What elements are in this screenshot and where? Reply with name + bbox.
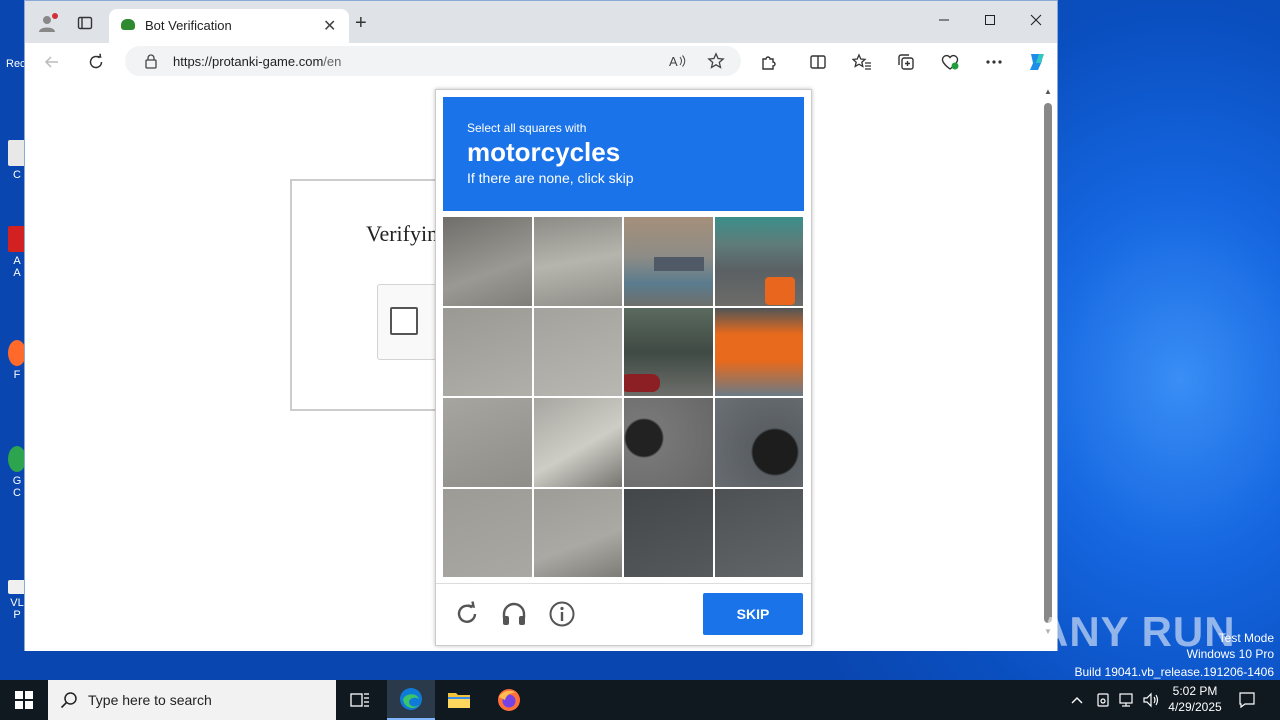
search-icon (60, 692, 77, 709)
site-favicon-icon (121, 19, 135, 30)
url-path: /en (323, 54, 342, 69)
copilot-icon[interactable] (1023, 49, 1049, 75)
desktop-label-recycle: Rec (6, 58, 26, 70)
image-tile[interactable] (443, 307, 532, 396)
verification-title: Verifyin (366, 221, 439, 246)
tab-bot-verification[interactable]: Bot Verification ✕ (109, 9, 349, 43)
favorites-icon[interactable] (849, 49, 875, 75)
extensions-icon[interactable] (756, 49, 782, 75)
navigation-toolbar: https://protanki-game.com/en A (25, 43, 1057, 79)
desktop-icon-label: A (13, 255, 21, 267)
back-arrow-icon[interactable] (39, 49, 65, 75)
desktop-icon-label: C (13, 487, 21, 499)
reload-challenge-icon[interactable] (453, 600, 481, 628)
challenge-header: Select all squares with motorcycles If t… (443, 97, 804, 211)
captcha-checkbox[interactable] (390, 307, 418, 335)
challenge-footer: SKIP (436, 583, 811, 647)
image-detail (654, 257, 704, 271)
file-explorer-icon[interactable] (435, 680, 483, 720)
browser-essentials-icon[interactable] (937, 49, 963, 75)
image-tile[interactable] (533, 307, 622, 396)
image-tile[interactable] (533, 217, 622, 306)
network-icon[interactable] (1118, 680, 1136, 720)
title-bar: Bot Verification ✕ + (25, 1, 1057, 43)
start-button[interactable] (0, 680, 48, 720)
url-text: https://protanki-game.com/en (173, 54, 341, 69)
image-tile[interactable] (714, 217, 803, 306)
close-tab-icon[interactable]: ✕ (323, 16, 336, 36)
image-tile[interactable] (714, 488, 803, 577)
firefox-icon[interactable] (485, 680, 533, 720)
image-tile[interactable] (624, 307, 713, 396)
watermark-os: Windows 10 Pro (1186, 647, 1274, 661)
image-tile[interactable] (533, 398, 622, 487)
challenge-skip-instruction: If there are none, click skip (467, 170, 634, 186)
windows-logo-icon (15, 691, 33, 709)
challenge-target-object: motorcycles (467, 137, 621, 167)
challenge-image-grid (443, 217, 803, 577)
volume-icon[interactable] (1142, 680, 1160, 720)
svg-text:A: A (669, 54, 678, 69)
refresh-icon[interactable] (83, 49, 109, 75)
read-aloud-icon[interactable]: A (665, 48, 691, 74)
clock-date: 4/29/2025 (1168, 700, 1222, 714)
desktop-icon-label: C (13, 169, 21, 181)
image-tile[interactable] (624, 217, 713, 306)
scroll-up-arrow-icon[interactable]: ▲ (1044, 87, 1052, 96)
taskbar: Type here to search 5:02 PM 4/29/2025 (0, 680, 1280, 720)
tab-actions-icon[interactable] (73, 11, 97, 35)
image-tile[interactable] (714, 307, 803, 396)
close-window-button[interactable] (1013, 5, 1059, 35)
captcha-challenge: Select all squares with motorcycles If t… (435, 89, 812, 646)
image-detail (624, 373, 660, 392)
task-view-icon[interactable] (336, 680, 384, 720)
search-placeholder: Type here to search (88, 692, 212, 708)
url-host: https://protanki-game.com (173, 54, 324, 69)
desktop-icon-label: F (13, 369, 21, 381)
split-screen-icon[interactable] (805, 49, 831, 75)
page-scrollbar[interactable]: ▲ ▼ (1043, 87, 1053, 643)
device-icon[interactable] (1095, 680, 1111, 720)
info-icon[interactable] (548, 600, 576, 628)
scroll-thumb[interactable] (1044, 103, 1052, 623)
watermark-build: Build 19041.vb_release.191206-1406 (1074, 665, 1275, 679)
taskbar-clock[interactable]: 5:02 PM 4/29/2025 (1160, 683, 1230, 715)
image-tile[interactable] (624, 398, 713, 487)
minimize-button[interactable] (921, 5, 967, 35)
image-tile[interactable] (443, 488, 532, 577)
favorite-star-icon[interactable] (703, 48, 729, 74)
profile-icon[interactable] (35, 11, 59, 35)
desktop-icon-label: A (13, 267, 21, 279)
challenge-instruction: Select all squares with (467, 121, 587, 135)
image-tile[interactable] (443, 217, 532, 306)
clock-time: 5:02 PM (1172, 684, 1218, 698)
image-tile[interactable] (624, 488, 713, 577)
maximize-button[interactable] (967, 5, 1013, 35)
show-hidden-icons[interactable] (1070, 680, 1084, 720)
skip-button[interactable]: SKIP (703, 593, 803, 635)
image-detail (764, 277, 795, 305)
notifications-icon[interactable] (1238, 680, 1256, 720)
desktop-icon-label: VL (10, 597, 24, 609)
watermark-test-mode: Test Mode (1218, 631, 1274, 645)
collections-icon[interactable] (893, 49, 919, 75)
audio-challenge-icon[interactable] (500, 600, 528, 628)
address-bar[interactable]: https://protanki-game.com/en A (125, 46, 741, 76)
desktop-icon-label: G (12, 475, 22, 487)
new-tab-button[interactable]: + (355, 12, 367, 35)
lock-icon[interactable] (143, 53, 159, 69)
taskbar-search-box[interactable]: Type here to search (48, 680, 336, 720)
image-tile[interactable] (443, 398, 532, 487)
image-tile[interactable] (714, 398, 803, 487)
more-menu-icon[interactable] (981, 49, 1007, 75)
edge-taskbar-icon[interactable] (387, 680, 435, 720)
image-tile[interactable] (533, 488, 622, 577)
desktop-icon-label: P (13, 609, 21, 621)
tab-title: Bot Verification (145, 18, 232, 33)
